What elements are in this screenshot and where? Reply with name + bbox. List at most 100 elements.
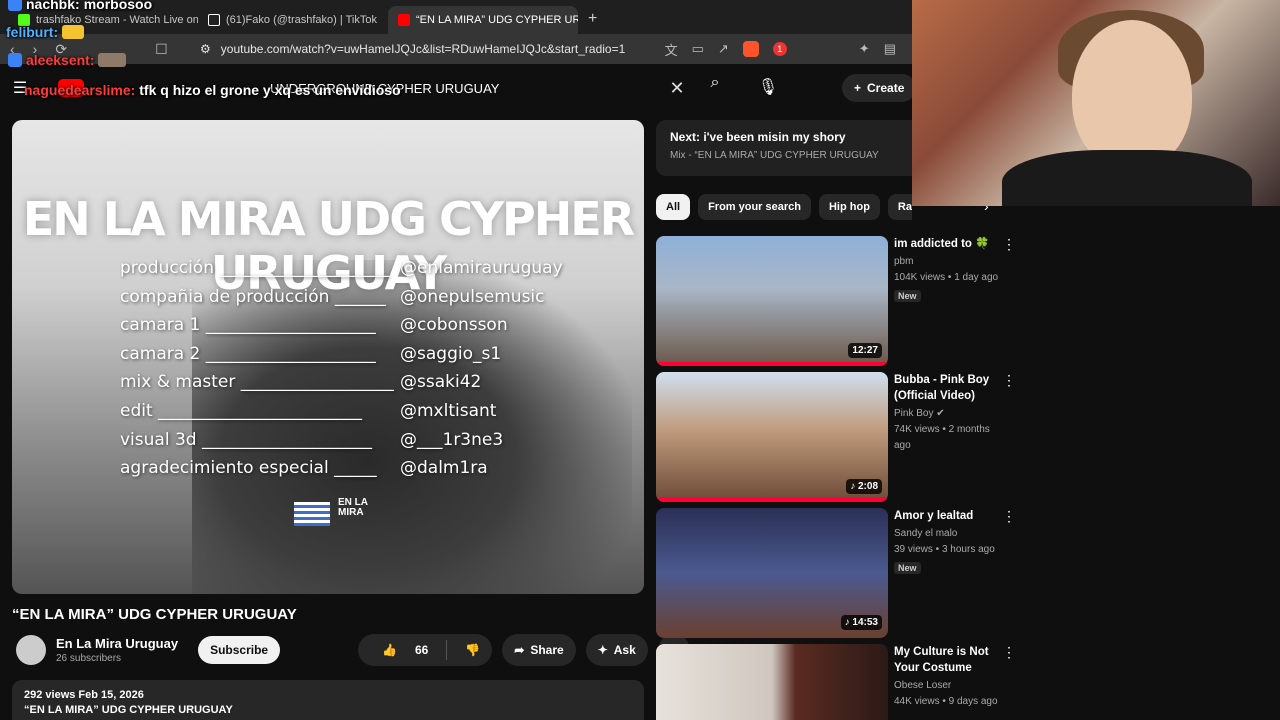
search-input[interactable]: UNDERGROUND CYPHER URUGUAY bbox=[262, 81, 662, 96]
share-button[interactable]: ➦ Share bbox=[502, 634, 576, 666]
address-bar[interactable]: ⚙ youtube.com/watch?v=uwHameIJQJc&list=R… bbox=[190, 37, 665, 61]
rec-channel: pbm bbox=[894, 256, 914, 267]
watch-progress bbox=[656, 498, 888, 502]
cast-icon[interactable]: ▭ bbox=[692, 41, 704, 57]
filter-chips: All From your search Hip hop Rapping R bbox=[656, 194, 912, 220]
new-badge: New bbox=[894, 290, 921, 302]
create-button[interactable]: + Create bbox=[842, 74, 917, 102]
notification-count-badge[interactable]: 1 bbox=[772, 42, 787, 56]
bookmark-icon[interactable]: ☐ bbox=[155, 41, 168, 58]
chip-from-your-search[interactable]: From your search bbox=[698, 194, 811, 220]
sparkle-icon: ✦ bbox=[597, 643, 608, 657]
video-thumbnail[interactable]: ♪ 14:53 bbox=[656, 508, 888, 638]
site-info-icon[interactable]: ⚙ bbox=[200, 42, 211, 56]
ask-button[interactable]: ✦ Ask bbox=[585, 634, 648, 666]
youtube-header: ☰ UNDERGROUND CYPHER URUGUAY ✕ ⌕ 🎙 + Cre… bbox=[0, 64, 917, 112]
recommended-video[interactable]: ♪ 14:53 Amor y lealtad Sandy el malo 39 … bbox=[656, 508, 1016, 638]
search-box[interactable]: UNDERGROUND CYPHER URUGUAY ✕ bbox=[262, 74, 692, 102]
thumbs-up-icon: 👍 bbox=[382, 643, 397, 657]
subscriber-count: 26 subscribers bbox=[56, 653, 122, 664]
share-page-icon[interactable]: ↗ bbox=[718, 41, 729, 57]
video-thumbnail[interactable]: ♪ 2:08 bbox=[656, 372, 888, 502]
rec-channel: Obese Loser bbox=[894, 680, 952, 691]
chip-hip-hop[interactable]: Hip hop bbox=[818, 194, 880, 220]
rec-title: im addicted to 🍀 bbox=[894, 238, 990, 250]
description-box[interactable]: 292 views Feb 15, 2026 “EN LA MIRA” UDG … bbox=[12, 680, 644, 720]
more-options-icon[interactable]: ⋮ bbox=[1002, 236, 1016, 253]
like-dislike-group: 👍 66 👎 bbox=[358, 634, 493, 666]
extensions-icon[interactable]: ✦ bbox=[859, 41, 870, 57]
tab-kick[interactable]: trashfako Stream - Watch Live on Kick bbox=[8, 6, 198, 34]
tab-tiktok[interactable]: (61)Fako (@trashfako) | TikTok bbox=[198, 6, 388, 34]
tab-label: trashfako Stream - Watch Live on Kick bbox=[36, 14, 198, 26]
recommended-video[interactable]: ♪ 2:08 Bubba - Pink Boy (Official Video)… bbox=[656, 372, 1016, 502]
rec-title: Bubba - Pink Boy (Official Video) bbox=[894, 374, 990, 402]
plus-icon: + bbox=[854, 81, 862, 95]
rec-channel: Sandy el malo bbox=[894, 528, 958, 539]
like-button[interactable]: 👍 66 bbox=[358, 634, 440, 666]
rec-title: My Culture is Not Your Costume bbox=[894, 646, 989, 674]
share-icon: ➦ bbox=[514, 643, 525, 657]
video-credits: producción ____________________ @enlamira… bbox=[120, 254, 563, 483]
sidebar-toggle-icon[interactable]: ▤ bbox=[884, 41, 896, 57]
clear-search-icon[interactable]: ✕ bbox=[662, 78, 692, 99]
watch-progress bbox=[656, 362, 888, 366]
recommended-video[interactable]: My Culture is Not Your Costume Obese Los… bbox=[656, 644, 1016, 720]
en-la-mira-logo: EN LA MIRA bbox=[338, 497, 368, 518]
credit-row: compañia de producción ______ @onepulsemu… bbox=[120, 286, 545, 307]
credit-row: mix & master __________________ @ssaki42 bbox=[120, 372, 482, 393]
recommended-video[interactable]: 12:27 im addicted to 🍀 pbm 104K views • … bbox=[656, 236, 1016, 366]
create-label: Create bbox=[867, 81, 905, 95]
tab-label: (61)Fako (@trashfako) | TikTok bbox=[226, 14, 377, 26]
search-icon[interactable]: ⌕ bbox=[700, 74, 730, 102]
translate-icon[interactable]: 文 bbox=[665, 40, 678, 59]
credit-row: agradecimiento especial _____ @dalm1ra bbox=[120, 458, 488, 479]
rec-channel: Pink Boy ✔ bbox=[894, 408, 945, 419]
chip-all[interactable]: All bbox=[656, 194, 691, 220]
credit-row: edit ________________________ @mxltisant bbox=[120, 400, 497, 421]
more-options-icon[interactable]: ⋮ bbox=[1002, 508, 1016, 525]
duration-badge: 12:27 bbox=[848, 343, 882, 358]
streamer-webcam bbox=[912, 0, 1280, 206]
rec-meta: 104K views • 1 day ago bbox=[894, 272, 999, 283]
browser-tab-bar: trashfako Stream - Watch Live on Kick (6… bbox=[0, 0, 912, 34]
credit-row: camara 1 ____________________ @cobonsson bbox=[120, 315, 508, 336]
new-badge: New bbox=[894, 562, 921, 574]
up-next-card[interactable]: Next: i've been misin my shory Mix - “EN… bbox=[656, 120, 912, 176]
forward-icon[interactable]: › bbox=[33, 41, 38, 58]
microphone-icon[interactable]: 🎙 bbox=[752, 72, 784, 104]
more-options-icon[interactable]: ⋮ bbox=[1002, 372, 1016, 389]
new-tab-button[interactable]: + bbox=[578, 10, 607, 34]
video-title: “EN LA MIRA” UDG CYPHER URUGUAY bbox=[12, 606, 297, 623]
webcam-face bbox=[1072, 20, 1192, 170]
dislike-button[interactable]: 👎 bbox=[453, 634, 492, 666]
back-icon[interactable]: ‹ bbox=[10, 41, 15, 58]
more-options-icon[interactable]: ⋮ bbox=[1002, 644, 1016, 661]
menu-icon[interactable]: ☰ bbox=[0, 78, 40, 98]
address-bar-row: ‹ › ⟳ ☐ ⚙ youtube.com/watch?v=uwHameIJQJ… bbox=[0, 34, 912, 64]
rec-title: Amor y lealtad bbox=[894, 510, 974, 522]
webcam-shirt bbox=[1002, 150, 1252, 206]
video-thumbnail[interactable]: 12:27 bbox=[656, 236, 888, 366]
credit-row: producción ____________________ @enlamira… bbox=[120, 258, 563, 278]
kick-favicon-icon bbox=[18, 14, 30, 26]
credit-row: camara 2 ____________________ @saggio_s1 bbox=[120, 343, 502, 364]
uruguay-flag-icon bbox=[294, 502, 330, 526]
duration-badge: ♪ 2:08 bbox=[846, 479, 882, 494]
credit-row: visual 3d ____________________ @___1r3ne3 bbox=[120, 429, 504, 450]
youtube-logo-icon[interactable] bbox=[58, 79, 84, 97]
rec-meta: 44K views • 9 days ago bbox=[894, 696, 998, 707]
video-thumbnail[interactable] bbox=[656, 644, 888, 720]
channel-name[interactable]: En La Mira Uruguay bbox=[56, 636, 178, 651]
next-title: Next: i've been misin my shory bbox=[670, 130, 846, 144]
share-label: Share bbox=[530, 643, 564, 657]
reload-icon[interactable]: ⟳ bbox=[55, 41, 67, 58]
channel-avatar[interactable] bbox=[16, 635, 46, 665]
brave-shield-icon[interactable] bbox=[742, 41, 759, 57]
chip-rapping[interactable]: Rapping bbox=[887, 194, 912, 220]
views-date: 292 views Feb 15, 2026 bbox=[24, 689, 144, 701]
subscribe-button[interactable]: Subscribe bbox=[198, 636, 281, 664]
youtube-favicon-icon bbox=[398, 14, 410, 26]
tab-youtube[interactable]: “EN LA MIRA” UDG CYPHER URUGUAY ✕ bbox=[388, 6, 578, 34]
video-player[interactable]: EN LA MIRA UDG CYPHER URUGUAY producción… bbox=[12, 120, 644, 594]
